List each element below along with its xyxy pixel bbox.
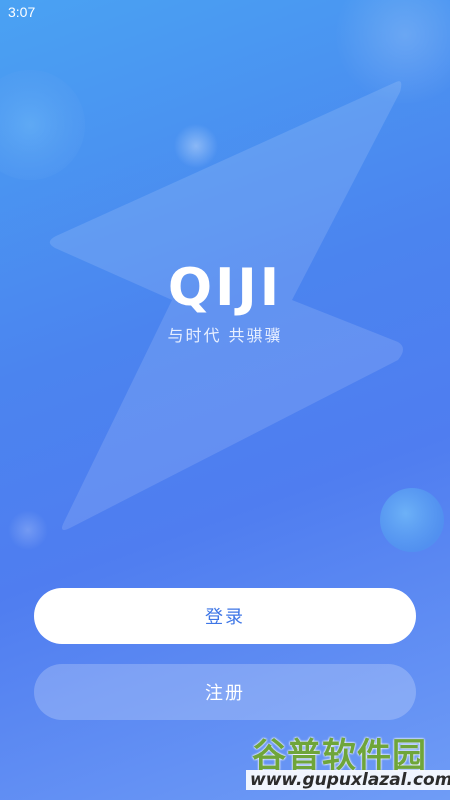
watermark-url: www.gupuxlazal.com <box>246 770 450 790</box>
decor-glow-bottom-left <box>8 510 48 550</box>
splash-screen: 3:07 QIJI 与时代 共骐骥 登录 注册 谷普软件园 www.gupuxl… <box>0 0 450 800</box>
status-time: 3:07 <box>8 4 36 20</box>
decor-orb-bottom-right <box>380 488 444 552</box>
decor-orb-top-left <box>0 70 85 180</box>
app-logo: QIJI <box>167 258 283 318</box>
app-slogan: 与时代 共骐骥 <box>167 326 283 345</box>
watermark: 谷普软件园 www.gupuxlazal.com <box>244 726 450 796</box>
brand-block: QIJI 与时代 共骐骥 <box>0 258 450 346</box>
decor-orb-small <box>174 124 218 168</box>
register-button[interactable]: 注册 <box>34 664 416 720</box>
status-bar: 3:07 <box>0 0 450 26</box>
login-button[interactable]: 登录 <box>34 588 416 644</box>
